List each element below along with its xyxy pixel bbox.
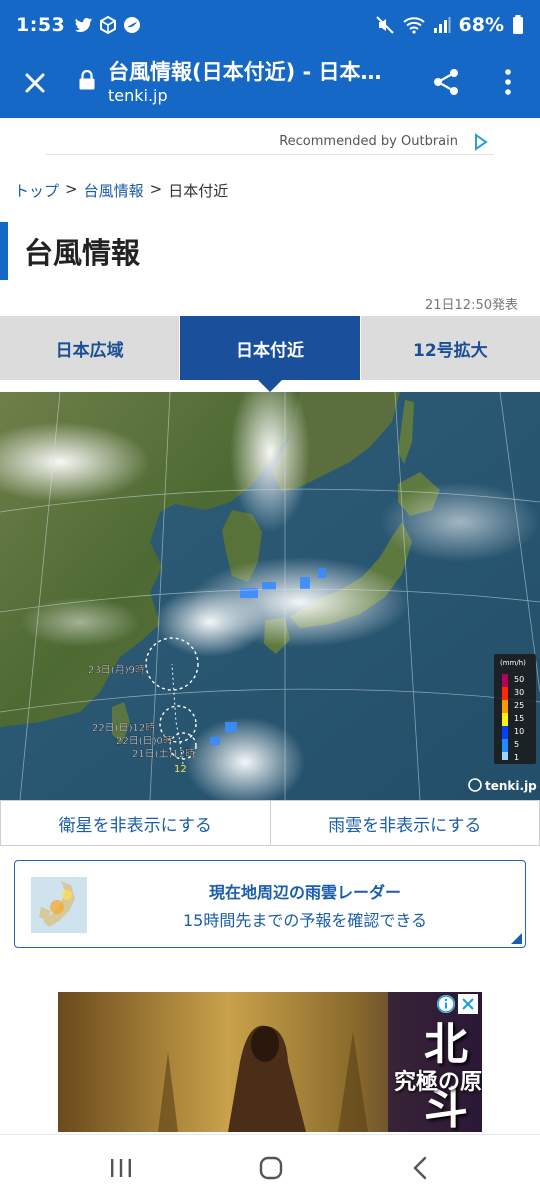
page-title[interactable]: 台風情報(日本付近) - 日本気… (108, 56, 398, 86)
legend-value: 30 (514, 688, 524, 697)
typhoon-map[interactable]: 23日(月)9時 22日(日)12時 22日(日)0時 21日(土)12時 12… (0, 392, 540, 800)
map-cloud (20, 597, 140, 647)
battery-percent: 68% (458, 14, 504, 36)
region-tabs: 日本広域 日本付近 12号拡大 (0, 316, 540, 392)
map-toggle-buttons: 衛星を非表示にする 雨雲を非表示にする (0, 800, 540, 846)
breadcrumb: トップ > 台風情報 > 日本付近 (14, 180, 228, 201)
heading-accent-bar (0, 222, 8, 280)
ad-info-icon[interactable] (436, 994, 456, 1014)
outbrain-label[interactable]: Recommended by Outbrain (279, 134, 458, 149)
more-options-icon[interactable] (496, 66, 520, 98)
legend-value: 15 (514, 714, 524, 723)
twitter-icon (75, 18, 93, 32)
tab-typhoon-12-zoom[interactable]: 12号拡大 (360, 316, 540, 380)
cube-icon (100, 16, 117, 34)
status-bar: 1:53 68% (0, 0, 540, 50)
legend-value: 1 (514, 753, 519, 762)
share-icon[interactable] (430, 66, 462, 98)
tab-japan-wide[interactable]: 日本広域 (0, 316, 180, 380)
legend-value: 50 (514, 675, 524, 684)
promo-corner-arrow (511, 933, 522, 944)
forecast-label-22-12: 22日(日)12時 (92, 722, 155, 734)
ad-subtitle: 究極の原 (394, 1069, 482, 1095)
map-cloud (380, 482, 540, 562)
breadcrumb-separator: > (65, 180, 78, 198)
rain-legend: (mm/h) 50 30 25 15 10 5 1 (494, 654, 536, 764)
wifi-icon (402, 17, 425, 34)
recents-icon[interactable] (106, 1155, 136, 1181)
breadcrumb-section[interactable]: 台風情報 (84, 180, 144, 201)
adchoices-icon[interactable] (470, 132, 490, 152)
page-heading: 台風情報 (0, 222, 540, 280)
hide-rain-button[interactable]: 雨雲を非表示にする (270, 800, 540, 846)
radar-thumbnail (31, 877, 87, 933)
forecast-label-23: 23日(月)9時 (88, 664, 145, 676)
signal-icon (433, 17, 451, 33)
breadcrumb-current: 日本付近 (168, 182, 229, 200)
breadcrumb-home[interactable]: トップ (14, 180, 59, 201)
heading-text: 台風情報 (24, 236, 141, 270)
battery-icon (513, 15, 523, 34)
system-nav-bar (0, 1134, 540, 1200)
lock-icon (79, 69, 95, 90)
circle-app-icon (124, 17, 141, 33)
back-icon[interactable] (406, 1155, 436, 1181)
custom-tab-toolbar: 台風情報(日本付近) - 日本気… tenki.jp (0, 50, 540, 118)
tab-near-japan[interactable]: 日本付近 (180, 316, 360, 392)
storm-number: 12 (174, 764, 187, 775)
home-icon[interactable] (256, 1155, 286, 1181)
map-brand: tenki.jp (485, 779, 537, 793)
legend-unit: (mm/h) (500, 659, 526, 667)
breadcrumb-separator: > (149, 180, 163, 198)
promo-subtitle: 15時間先までの予報を確認できる (182, 911, 428, 930)
outbrain-widget: Recommended by Outbrain (0, 118, 540, 164)
outbrain-divider (46, 154, 494, 155)
ad-artwork (58, 992, 482, 1132)
status-time: 1:53 (16, 14, 66, 36)
legend-value: 10 (514, 727, 524, 736)
ad-banner[interactable]: 北斗の 究極の原 (58, 992, 482, 1132)
issued-time: 21日12:50発表 (424, 298, 518, 313)
page-url[interactable]: tenki.jp (108, 86, 168, 105)
mute-icon (375, 16, 394, 34)
ad-close-icon[interactable] (458, 994, 478, 1014)
forecast-label-21-12: 21日(土)12時 (132, 747, 195, 760)
forecast-label-22-0: 22日(日)0時 (116, 735, 173, 747)
legend-value: 5 (514, 740, 519, 749)
rain-radar-promo[interactable]: 現在地周辺の雨雲レーダー 15時間先までの予報を確認できる (14, 860, 526, 948)
hide-satellite-button[interactable]: 衛星を非表示にする (0, 800, 271, 846)
legend-value: 25 (514, 701, 524, 710)
promo-title: 現在地周辺の雨雲レーダー (208, 883, 401, 902)
close-icon[interactable] (18, 66, 52, 100)
